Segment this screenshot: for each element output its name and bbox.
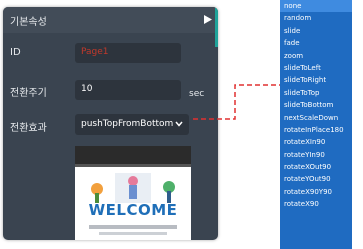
dropdown-option[interactable]: rotateInPlace180 <box>280 124 352 136</box>
dropdown-option[interactable]: slideToTop <box>280 87 352 99</box>
dropdown-option[interactable]: rotateX90Y90 <box>280 186 352 198</box>
dropdown-option[interactable]: slideToLeft <box>280 62 352 74</box>
dropdown-option[interactable]: none <box>280 0 352 13</box>
dropdown-option[interactable]: zoom <box>280 50 352 62</box>
dropdown-option[interactable]: rotateYOut90 <box>280 173 352 185</box>
dropdown-option[interactable]: nextScaleDown <box>280 112 352 124</box>
dropdown-option[interactable]: random <box>280 12 352 24</box>
effect-options-list[interactable]: none random slide fade zoom slideToLeft slideT… <box>280 0 352 249</box>
dropdown-option[interactable]: rotateXIn90 <box>280 136 352 148</box>
dropdown-option[interactable]: slideToRight <box>280 74 352 86</box>
dropdown-option[interactable]: fade <box>280 37 352 49</box>
dropdown-option[interactable]: rotateX90 <box>280 198 352 210</box>
dropdown-option[interactable]: slideToBottom <box>280 99 352 111</box>
dropdown-option[interactable]: rotateYIn90 <box>280 149 352 161</box>
dropdown-option[interactable]: rotateXOut90 <box>280 161 352 173</box>
dropdown-option[interactable]: slide <box>280 25 352 37</box>
